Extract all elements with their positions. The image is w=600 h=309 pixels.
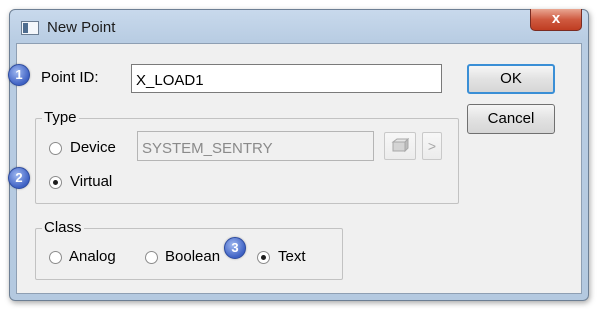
boolean-radio-label[interactable]: Boolean [165,248,220,265]
point-id-input[interactable] [131,64,442,93]
callout-marker-2: 2 [8,167,30,189]
virtual-radio[interactable] [49,176,62,189]
next-button[interactable]: > [422,132,442,160]
class-group-title: Class [42,219,84,236]
window-title: New Point [47,19,116,36]
analog-radio-label[interactable]: Analog [69,248,116,265]
cancel-button[interactable]: Cancel [467,104,555,134]
analog-radio[interactable] [49,251,62,264]
text-radio[interactable] [257,251,270,264]
browse-device-button[interactable] [384,132,416,160]
chevron-right-icon: > [427,138,437,154]
app-window-icon [21,21,39,35]
type-groupbox: Type Device > Virtual [35,109,459,204]
virtual-radio-label[interactable]: Virtual [70,173,112,190]
device-radio-label[interactable]: Device [70,139,116,156]
class-groupbox: Class Analog Boolean Text [35,219,343,280]
callout-marker-3: 3 [224,237,246,259]
point-id-label: Point ID: [41,69,99,86]
ok-button[interactable]: OK [467,64,555,94]
callout-marker-1: 1 [8,64,30,86]
new-point-dialog: New Point x Point ID: OK Cancel Type Dev… [9,9,589,301]
close-button[interactable]: x [530,9,582,31]
device-input[interactable] [137,131,374,161]
browse-icon [391,137,410,153]
type-group-title: Type [42,109,79,126]
boolean-radio[interactable] [145,251,158,264]
close-icon: x [551,10,561,27]
text-radio-label[interactable]: Text [278,248,306,265]
dialog-client-area: Point ID: OK Cancel Type Device > Virtua… [16,43,582,294]
title-bar[interactable]: New Point x [10,9,588,44]
device-radio[interactable] [49,142,62,155]
